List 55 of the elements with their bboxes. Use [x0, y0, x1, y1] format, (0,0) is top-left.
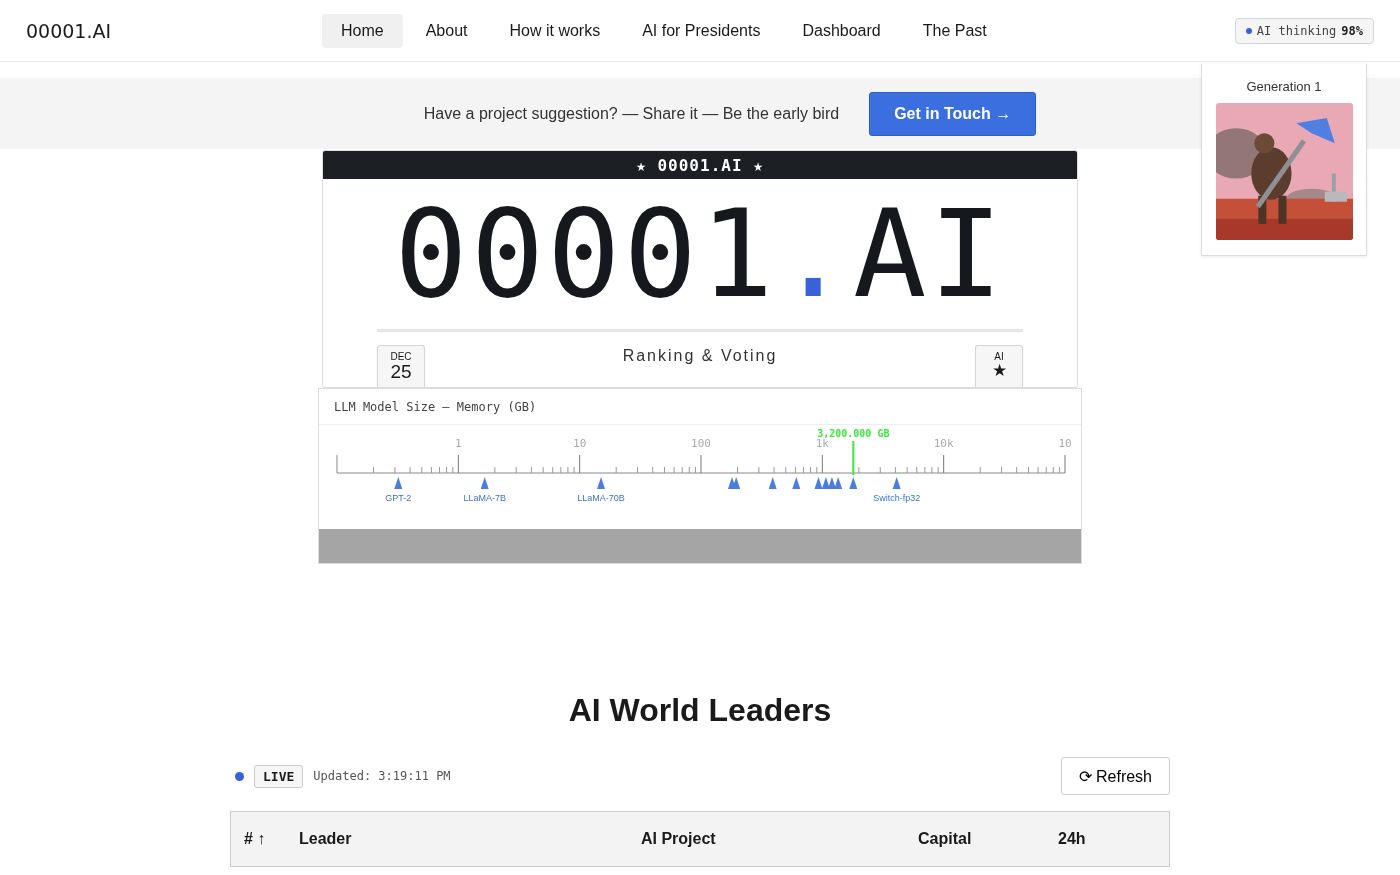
generation-title: Generation 1: [1246, 79, 1322, 94]
marker-icon: [732, 477, 741, 489]
hero-logo: 00001.AI: [394, 193, 1006, 316]
marker-icon: [849, 477, 858, 489]
date-month: DEC: [390, 351, 412, 362]
nav-link[interactable]: How it works: [490, 13, 620, 48]
marker-label: LLaMA-7B: [463, 493, 506, 503]
site-logo[interactable]: 00001.AI: [26, 19, 322, 42]
date-day: 25: [390, 362, 412, 383]
column-header[interactable]: 24h: [1058, 830, 1086, 848]
status-dot-icon: [1245, 27, 1252, 34]
marker-icon: [480, 477, 489, 489]
nav-link[interactable]: The Past: [903, 13, 1006, 48]
marker-label: Switch-fp32: [873, 493, 921, 503]
current-value: 3,200.000 GB: [817, 428, 890, 439]
nav-link[interactable]: AI for Presidents: [623, 13, 780, 48]
get-in-touch-button[interactable]: Get in Touch →: [869, 91, 1037, 136]
column-header[interactable]: AI Project: [641, 830, 716, 848]
tick-label: 1k: [815, 437, 829, 450]
status-label: AI thinking: [1256, 23, 1337, 38]
column-header[interactable]: Leader: [299, 830, 352, 848]
hero-subtitle: Ranking & Voting: [622, 347, 778, 365]
status-value: 98%: [1341, 23, 1363, 38]
marker-icon: [597, 477, 606, 489]
ruler-title: LLM Model Size — Memory (GB): [319, 389, 1081, 425]
marker-icon: [768, 477, 777, 489]
star-icon: ★: [991, 362, 1007, 381]
marker-icon: [814, 477, 823, 489]
banner-text: Have a project suggestion? — Share it — Be the early bird: [423, 104, 840, 123]
live-dot-icon: [235, 771, 244, 781]
marker-icon: [827, 477, 836, 489]
tick-label: 10: [573, 437, 587, 450]
tick-label: 10k: [933, 437, 954, 450]
badge-label: AI: [994, 351, 1004, 362]
marker-label: LLaMA-70B: [577, 493, 625, 503]
column-header[interactable]: # ↑: [244, 830, 266, 848]
tick-label: 100: [691, 437, 711, 450]
current-marker-line: [852, 440, 855, 476]
refresh-button[interactable]: ⟳ Refresh: [1060, 757, 1170, 795]
marker-icon: [892, 477, 901, 489]
nav-link[interactable]: Home: [322, 13, 403, 48]
marker-icon: [394, 477, 403, 489]
live-badge: LIVE: [254, 764, 304, 788]
tick-label: 10: [1058, 437, 1072, 450]
tick-label: 1: [455, 437, 462, 450]
nav-link[interactable]: Dashboard: [783, 13, 900, 48]
marker-icon: [792, 477, 801, 489]
marker-icon: [834, 477, 843, 489]
marker-icon: [821, 477, 830, 489]
updated-time: Updated: 3:19:11 PM: [313, 769, 451, 783]
hero-title-bar: ★ 00001.AI ★: [323, 151, 1077, 180]
section-title: AI World Leaders: [567, 692, 833, 729]
marker-label: GPT-2: [385, 493, 412, 503]
column-header[interactable]: Capital: [918, 830, 972, 848]
nav-link[interactable]: About: [406, 13, 487, 48]
